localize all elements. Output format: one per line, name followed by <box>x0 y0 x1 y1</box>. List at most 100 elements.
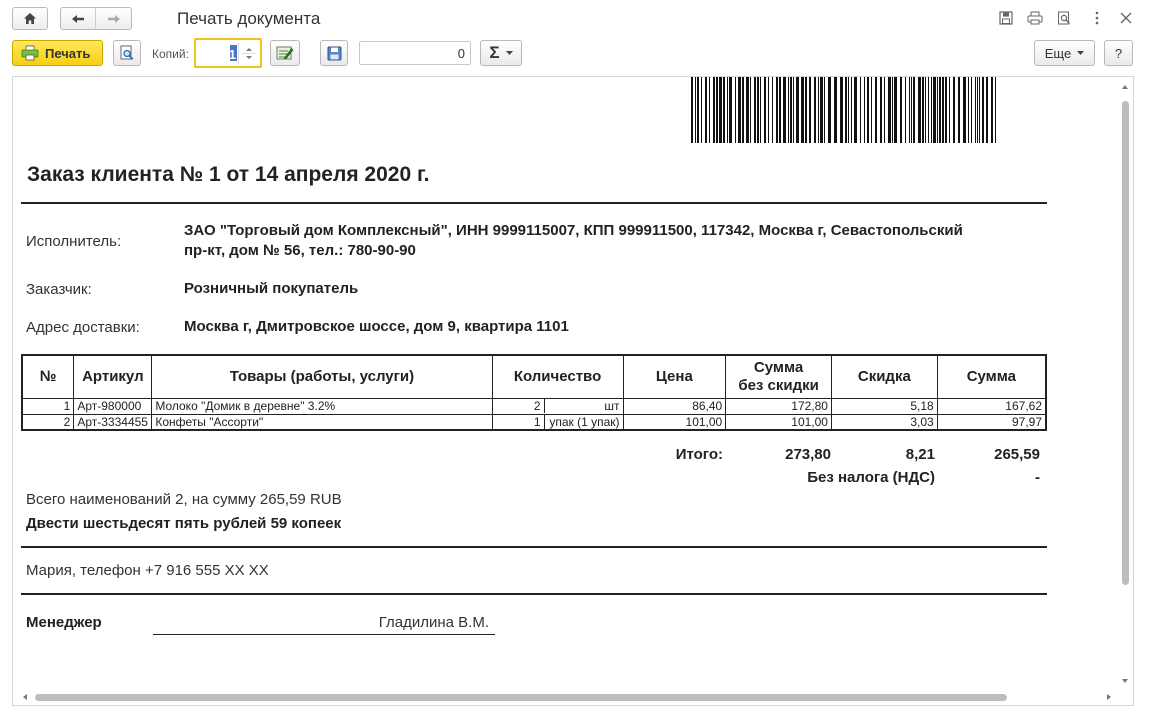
signature-line <box>153 634 495 635</box>
table-header-row: № Артикул Товары (работы, услуги) Количе… <box>21 354 1047 399</box>
dropdown-arrow-icon <box>505 51 513 55</box>
help-button[interactable]: ? <box>1104 40 1133 66</box>
save-button[interactable] <box>320 40 348 66</box>
printer-green-icon <box>21 45 39 61</box>
copies-label: Копий: <box>152 47 189 61</box>
title-divider <box>21 202 1047 204</box>
cell-article: Арт-980000 <box>73 397 153 415</box>
manager-label: Менеджер <box>26 614 102 631</box>
summary-line: Всего наименований 2, на сумму 265,59 RU… <box>26 491 342 508</box>
cell-num: 1 <box>21 397 75 415</box>
header-goods: Товары (работы, услуги) <box>151 354 493 399</box>
sigma-label: Σ <box>489 43 500 62</box>
scroll-left-arrow-icon <box>23 694 27 700</box>
table-row: 2 Арт-3334455 Конфеты "Ассорти" 1 упак (… <box>21 413 1047 431</box>
executor-line-2: пр-кт, дом № 56, тел.: 780-90-90 <box>184 242 416 259</box>
close-icon <box>1120 12 1132 24</box>
cell-goods: Конфеты "Ассорти" <box>151 413 493 431</box>
document-title: Заказ клиента № 1 от 14 апреля 2020 г. <box>27 163 430 186</box>
barcode-image <box>691 77 996 143</box>
edit-document-icon <box>276 46 294 60</box>
copies-spinner[interactable] <box>238 43 258 64</box>
scroll-down-arrow-icon <box>1122 679 1128 683</box>
save-window-button[interactable] <box>997 9 1015 27</box>
more-actions-button[interactable] <box>1088 9 1106 27</box>
items-table: № Артикул Товары (работы, услуги) Количе… <box>21 354 1047 431</box>
executor-value: ЗАО "Торговый дом Комплексный", ИНН 9999… <box>184 221 963 261</box>
vertical-scroll-thumb[interactable] <box>1122 101 1129 585</box>
totals-discount: 8,21 <box>905 446 935 463</box>
preview-icon <box>120 45 134 60</box>
vat-label: Без налога (НДС) <box>807 469 935 486</box>
home-button[interactable] <box>12 7 48 30</box>
edit-document-button[interactable] <box>270 40 300 66</box>
contact-divider <box>21 593 1047 595</box>
cell-sum: 167,62 <box>936 397 1047 415</box>
document-viewport: Заказ клиента № 1 от 14 апреля 2020 г. И… <box>12 76 1134 706</box>
forward-button[interactable] <box>96 8 131 29</box>
cell-sum: 97,97 <box>936 413 1047 431</box>
toolbar: Печать Копий: 1 0 Σ Еще ? <box>0 38 1152 70</box>
print-button-label: Печать <box>45 45 91 61</box>
window-title: Печать документа <box>177 9 321 28</box>
save-icon <box>327 46 341 60</box>
sum-menu-button[interactable]: Σ <box>480 40 522 66</box>
header-price: Цена <box>622 354 727 399</box>
manager-name: Гладилина В.М. <box>378 614 489 631</box>
home-icon <box>24 13 36 24</box>
horizontal-scrollbar[interactable] <box>13 689 1119 705</box>
header-sum-no-discount-line2: без скидки <box>738 376 819 394</box>
scroll-right-arrow-icon <box>1107 694 1111 700</box>
header-num: № <box>21 354 75 399</box>
cell-discount: 3,03 <box>830 413 938 431</box>
cell-qty-unit: шт <box>604 399 620 413</box>
cell-price: 86,40 <box>622 397 727 415</box>
cell-sum-no-discount: 101,00 <box>725 413 832 431</box>
header-discount: Скидка <box>830 354 938 399</box>
totals-sum: 265,59 <box>994 446 1040 463</box>
title-bar: Печать документа <box>0 0 1152 36</box>
print-button[interactable]: Печать <box>12 40 103 66</box>
cell-quantity: 2 шт <box>491 397 624 415</box>
preview-window-button[interactable] <box>1055 9 1073 27</box>
cell-goods: Молоко "Домик в деревне" 3.2% <box>151 397 493 415</box>
spinner-arrows-icon <box>242 48 256 59</box>
contact-line: Мария, телефон +7 916 555 XX XX <box>26 562 269 579</box>
horizontal-scroll-thumb[interactable] <box>35 694 1007 701</box>
vat-value: - <box>1035 469 1040 486</box>
cell-num: 2 <box>21 413 75 431</box>
cell-qty-value: 1 <box>493 414 545 429</box>
cell-quantity: 1 упак (1 упак) <box>491 413 624 431</box>
address-value: Москва г, Дмитровское шоссе, дом 9, квар… <box>184 318 569 335</box>
cell-qty-value: 2 <box>493 399 545 413</box>
header-sum-no-discount-line1: Сумма <box>753 358 804 376</box>
more-button[interactable]: Еще <box>1034 40 1095 66</box>
preview-icon <box>1058 11 1070 25</box>
totals-sum-no-discount: 273,80 <box>785 446 831 463</box>
scroll-up-arrow-icon <box>1122 85 1128 89</box>
header-sum: Сумма <box>936 354 1047 399</box>
copies-input[interactable]: 1 <box>194 38 262 68</box>
sum-field[interactable]: 0 <box>359 41 471 65</box>
customer-label: Заказчик: <box>26 281 92 298</box>
executor-label: Исполнитель: <box>26 233 122 250</box>
cell-article: Арт-3334455 <box>73 413 153 431</box>
cell-discount: 5,18 <box>830 397 938 415</box>
customer-value: Розничный покупатель <box>184 280 359 297</box>
close-button[interactable] <box>1117 9 1135 27</box>
print-window-button[interactable] <box>1026 9 1044 27</box>
header-article: Артикул <box>73 354 153 399</box>
document-sheet: Заказ клиента № 1 от 14 апреля 2020 г. И… <box>13 77 1119 689</box>
arrow-right-icon <box>107 14 120 23</box>
dropdown-arrow-icon <box>1077 51 1085 55</box>
table-row: 1 Арт-980000 Молоко "Домик в деревне" 3.… <box>21 397 1047 415</box>
totals-label: Итого: <box>675 446 723 463</box>
vertical-scrollbar[interactable] <box>1117 77 1133 689</box>
arrow-left-icon <box>72 14 84 23</box>
amount-in-words: Двести шестьдесят пять рублей 59 копеек <box>26 515 342 532</box>
header-quantity: Количество <box>491 354 624 399</box>
executor-line-1: ЗАО "Торговый дом Комплексный", ИНН 9999… <box>184 222 963 239</box>
preview-button[interactable] <box>113 40 141 66</box>
back-button[interactable] <box>61 8 97 29</box>
summary-divider <box>21 546 1047 548</box>
